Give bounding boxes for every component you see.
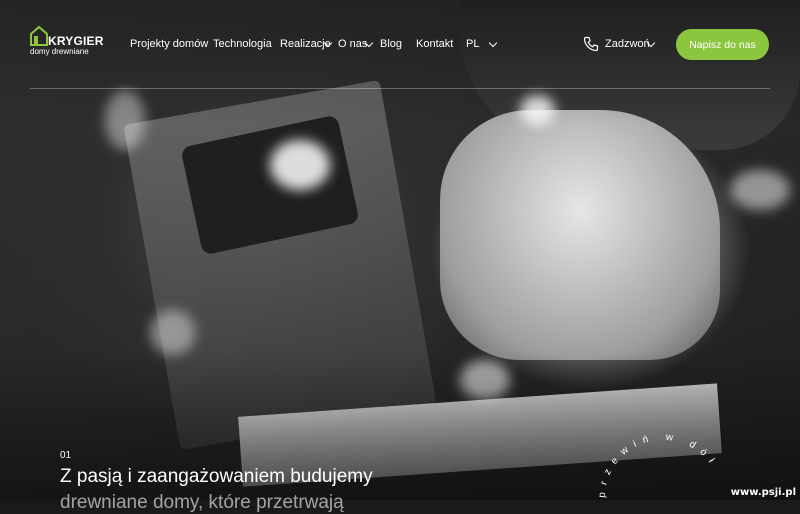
call-button[interactable]: Zadzwoń [605, 38, 650, 50]
nav-item-projekty-domow[interactable]: Projekty domów [130, 38, 208, 50]
language-selector[interactable]: PL [466, 38, 479, 50]
svg-text:przewiń w dół: przewiń w dół [597, 432, 720, 499]
logo-name: KRYGIER [48, 34, 104, 48]
chevron-down-icon[interactable] [488, 38, 498, 48]
site-header: KRYGIER domy drewniane Projekty domów Te… [0, 0, 800, 88]
house-icon [30, 26, 48, 46]
hero-headline: Z pasją i zaangażowaniem budujemy [60, 466, 373, 487]
scroll-hint-text: przewiń w dół [597, 432, 713, 499]
scroll-down-hint[interactable]: przewiń w dół [590, 420, 730, 500]
logo[interactable]: KRYGIER domy drewniane [30, 26, 103, 58]
contact-cta-button[interactable]: Napisz do nas [676, 29, 769, 60]
nav-item-blog[interactable]: Blog [380, 38, 402, 50]
phone-icon[interactable] [583, 36, 599, 52]
nav-item-technologia[interactable]: Technologia [213, 38, 272, 50]
nav-item-realizacje[interactable]: Realizacje [280, 38, 331, 50]
logo-tagline: domy drewniane [30, 47, 89, 56]
nav-item-o-nas[interactable]: O nas [338, 38, 367, 50]
slide-number: 01 [60, 450, 72, 461]
hero-headline-line2: drewniane domy, które przetrwają [60, 492, 344, 513]
header-divider [30, 88, 770, 89]
nav-item-kontakt[interactable]: Kontakt [416, 38, 453, 50]
watermark: www.psji.pl [730, 487, 796, 498]
